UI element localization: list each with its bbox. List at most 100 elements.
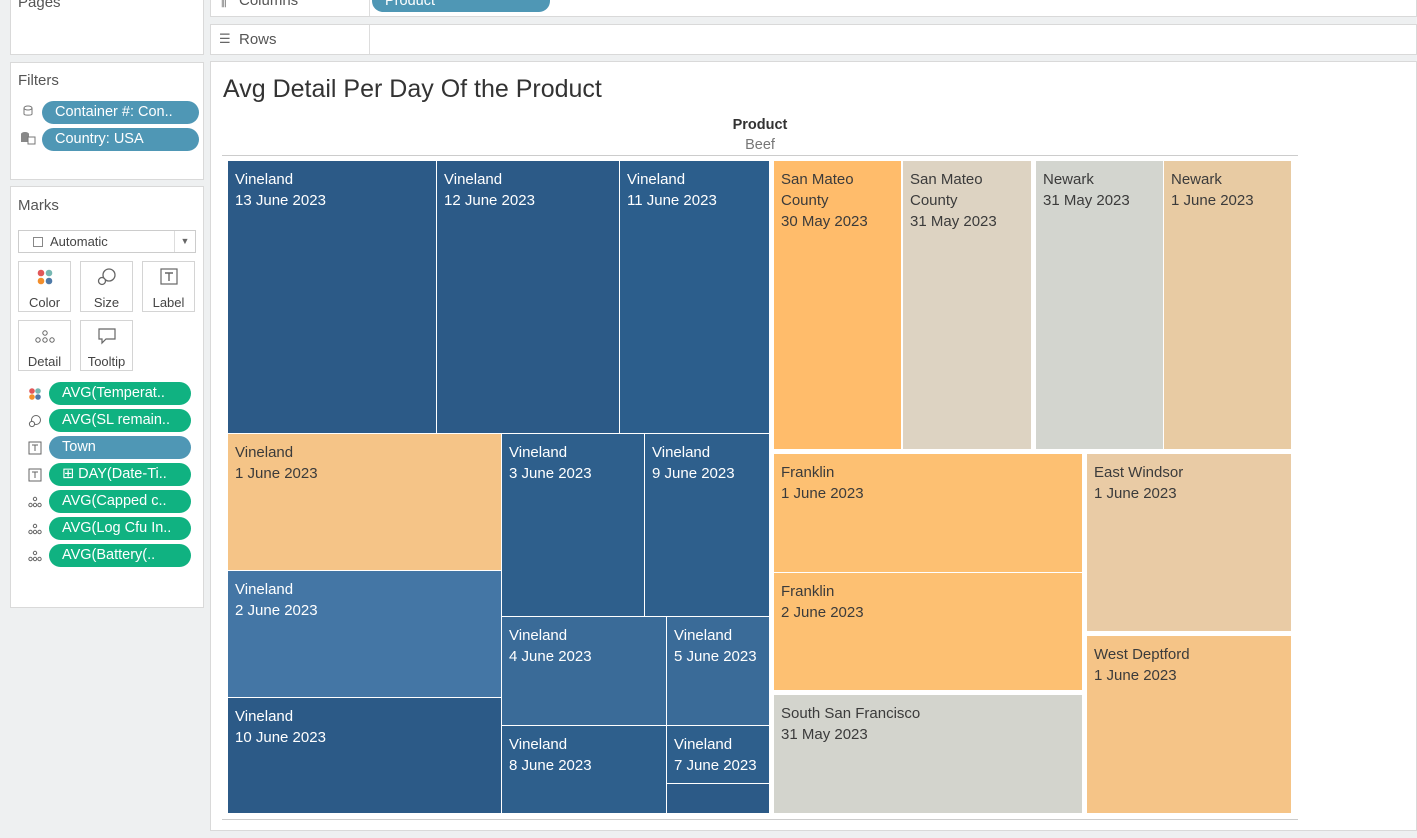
treemap-cell[interactable]: Vineland 8 June 2023 (502, 726, 666, 813)
cell-town: San Mateo County (910, 171, 983, 209)
mark-type-label: Automatic (50, 234, 108, 249)
detail-icon[interactable] (28, 549, 42, 568)
cell-town: Vineland (674, 627, 733, 644)
marks-pill[interactable]: AVG(Temperat.. (49, 382, 191, 405)
detail-button[interactable]: Detail (18, 320, 71, 371)
marks-pill[interactable]: AVG(SL remain.. (49, 409, 191, 432)
cell-town: Vineland (235, 171, 294, 188)
cell-date: 8 June 2023 (509, 757, 592, 774)
database-icon (23, 105, 33, 120)
treemap-cell[interactable]: Newark 31 May 2023 (1036, 161, 1163, 449)
treemap-cell[interactable]: South San Francisco 31 May 2023 (774, 695, 1082, 813)
treemap-cell[interactable]: Vineland 11 June 2023 (620, 161, 769, 433)
filter-pill-country[interactable]: Country: USA (42, 128, 199, 151)
column-header-field: Product (732, 117, 788, 133)
filters-card: Filters Container #: Con.. Country: USA (10, 62, 204, 180)
marks-pill[interactable]: AVG(Log Cfu In.. (49, 517, 191, 540)
treemap-cell[interactable]: Vineland 5 June 2023 (667, 617, 769, 725)
treemap-cell[interactable]: Vineland 4 June 2023 (502, 617, 666, 725)
cell-town: Newark (1043, 171, 1094, 188)
treemap-cell[interactable]: Vineland 12 June 2023 (437, 161, 619, 433)
cell-date: 7 June 2023 (674, 757, 757, 774)
treemap-cell[interactable]: Franklin 2 June 2023 (774, 573, 1082, 690)
chevron-down-icon[interactable]: ▼ (174, 231, 195, 252)
treemap-cell[interactable]: Vineland 7 June 2023 (667, 726, 769, 783)
column-header-value: Beef (745, 137, 775, 153)
treemap-cell[interactable]: Newark 1 June 2023 (1164, 161, 1291, 449)
tooltip-button[interactable]: Tooltip (80, 320, 133, 371)
cell-date: 12 June 2023 (444, 192, 535, 209)
filters-title: Filters (18, 72, 59, 89)
rows-shelf[interactable]: ☰ Rows (210, 24, 1417, 55)
cell-town: Vineland (235, 581, 294, 598)
rows-label: Rows (239, 31, 277, 48)
cell-date: 1 June 2023 (1094, 485, 1177, 502)
treemap-cell[interactable]: Vineland 10 June 2023 (228, 698, 501, 813)
cell-town: South San Francisco (781, 705, 921, 722)
cell-date: 10 June 2023 (235, 729, 326, 746)
cell-town: Vineland (652, 444, 711, 461)
cell-date: 31 May 2023 (910, 213, 997, 230)
size-button[interactable]: Size (80, 261, 133, 312)
marks-title: Marks (18, 197, 59, 214)
cell-town: East Windsor (1094, 464, 1184, 481)
cell-town: Franklin (781, 464, 835, 481)
detail-icon[interactable] (28, 522, 42, 541)
cell-date: 9 June 2023 (652, 465, 735, 482)
pages-card: Pages (10, 0, 204, 55)
columns-pill-product[interactable]: Product (372, 0, 550, 12)
cell-date: 1 June 2023 (235, 465, 318, 482)
color-button-label: Color (28, 295, 61, 310)
cell-date: 1 June 2023 (781, 485, 864, 502)
pages-title: Pages (18, 0, 61, 11)
cell-date: 31 May 2023 (781, 726, 868, 743)
label-button[interactable]: Label (142, 261, 195, 312)
treemap-cell[interactable]: Vineland 3 June 2023 (502, 434, 644, 616)
text-icon (143, 268, 194, 290)
detail-button-label: Detail (27, 354, 62, 369)
color-button[interactable]: Color (18, 261, 71, 312)
cell-date: 2 June 2023 (235, 602, 318, 619)
tooltip-button-label: Tooltip (87, 354, 126, 369)
cell-date: 13 June 2023 (235, 192, 326, 209)
detail-icon[interactable] (28, 495, 42, 514)
label-icon[interactable] (28, 441, 42, 460)
color-icon[interactable] (28, 387, 42, 406)
label-icon[interactable] (28, 468, 42, 487)
marks-pill[interactable]: Town (49, 436, 191, 459)
treemap-cell[interactable]: San Mateo County 31 May 2023 (903, 161, 1031, 449)
cell-town: West Deptford (1094, 646, 1190, 663)
cell-date: 31 May 2023 (1043, 192, 1130, 209)
marks-pill[interactable]: AVG(Battery(.. (49, 544, 191, 567)
columns-shelf[interactable]: ⫼ Columns Product (210, 0, 1417, 17)
treemap-cell[interactable] (667, 784, 769, 813)
treemap-cell[interactable]: West Deptford 1 June 2023 (1087, 636, 1291, 813)
cell-date: 4 June 2023 (509, 648, 592, 665)
cell-town: Vineland (509, 627, 568, 644)
treemap-cell[interactable]: Vineland 2 June 2023 (228, 571, 501, 697)
size-button-label: Size (93, 295, 120, 310)
size-icon[interactable] (28, 414, 42, 433)
marks-pill[interactable]: ⊞ DAY(Date-Ti.. (49, 463, 191, 486)
cell-town: Vineland (509, 444, 568, 461)
treemap-cell[interactable]: Franklin 1 June 2023 (774, 454, 1082, 572)
treemap-cell[interactable]: Vineland 13 June 2023 (228, 161, 436, 433)
rows-icon: ☰ (219, 31, 231, 46)
cell-town: Newark (1171, 171, 1222, 188)
detail-icon (19, 327, 70, 349)
columns-label: Columns (239, 0, 299, 9)
mark-type-select[interactable]: Automatic ▼ (18, 230, 196, 253)
treemap-cell[interactable]: Vineland 1 June 2023 (228, 434, 501, 570)
treemap-cell[interactable]: San Mateo County 30 May 2023 (774, 161, 901, 449)
treemap-cell[interactable]: East Windsor 1 June 2023 (1087, 454, 1291, 631)
cell-town: Vineland (235, 708, 294, 725)
cell-town: San Mateo County (781, 171, 854, 209)
cell-town: Vineland (509, 736, 568, 753)
marks-pill[interactable]: AVG(Capped c.. (49, 490, 191, 513)
cell-date: 1 June 2023 (1171, 192, 1254, 209)
filter-pill-container[interactable]: Container #: Con.. (42, 101, 199, 124)
view-title: Avg Detail Per Day Of the Product (223, 75, 602, 103)
treemap-cell[interactable]: Vineland 9 June 2023 (645, 434, 769, 616)
columns-icon: ⫼ (221, 0, 227, 9)
cell-town: Vineland (627, 171, 686, 188)
